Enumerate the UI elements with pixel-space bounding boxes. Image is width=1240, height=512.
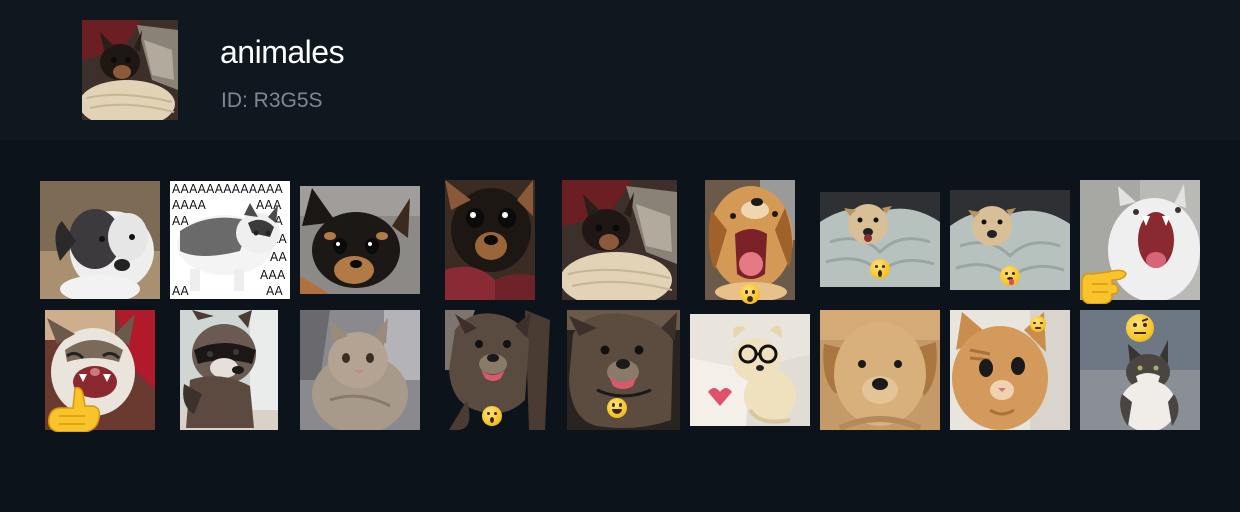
sticker-cat-yelling-pointing[interactable] bbox=[1080, 180, 1200, 305]
svg-text:AA: AA bbox=[172, 214, 190, 228]
svg-text:AA: AA bbox=[172, 284, 190, 298]
sticker-raccoon[interactable] bbox=[180, 310, 278, 430]
sticker-toy-dog-glasses[interactable] bbox=[690, 314, 810, 426]
sticker-cat-aaaa[interactable]: AAAAAAAAAAAAAAAAAAAAAAAAAAAAAAAAAAA bbox=[170, 181, 290, 299]
surprised-face-emoji bbox=[482, 406, 502, 426]
sticker-puppy-blanket[interactable] bbox=[820, 192, 940, 287]
sticker-dog-brindle-2[interactable] bbox=[567, 310, 680, 430]
sticker-labrador-puppy[interactable] bbox=[820, 310, 940, 430]
tongue-face-emoji bbox=[1000, 266, 1020, 286]
sticker-puppy-white[interactable] bbox=[40, 181, 160, 299]
fearful-face-emoji bbox=[740, 284, 760, 304]
sticker-dog-brindle-1[interactable] bbox=[445, 310, 550, 430]
pack-cover-image bbox=[82, 20, 178, 120]
pack-id: ID: R3G5S bbox=[221, 89, 323, 112]
sticker-kitten-laughing-pointing[interactable] bbox=[45, 310, 155, 433]
sticker-cat-grey[interactable] bbox=[300, 310, 420, 430]
svg-text:AAAA: AAAA bbox=[172, 198, 207, 212]
svg-text:AA: AA bbox=[270, 250, 288, 264]
sticker-chihuahua-pillow[interactable] bbox=[562, 180, 677, 300]
raised-eyebrow-face-emoji bbox=[1126, 314, 1154, 342]
angry-face-emoji bbox=[1030, 316, 1046, 332]
svg-text:AAAAAAAAAAAAA: AAAAAAAAAAAAA bbox=[172, 182, 284, 196]
screaming-face-emoji bbox=[870, 259, 890, 279]
pointing-hand-emoji bbox=[1078, 260, 1128, 305]
pointing-hand-emoji bbox=[45, 386, 103, 433]
sticker-chihuahua-closeup[interactable] bbox=[445, 180, 535, 300]
sticker-chihuahua-black[interactable] bbox=[300, 186, 420, 294]
svg-text:AAA: AAA bbox=[260, 268, 286, 282]
svg-text:AA: AA bbox=[266, 284, 284, 298]
sticker-dog-screaming[interactable] bbox=[705, 180, 795, 304]
sticker-grid: AAAAAAAAAAAAAAAAAAAAAAAAAAAAAAAAAAA bbox=[0, 142, 1240, 512]
sticker-cat-sitting[interactable] bbox=[1080, 310, 1200, 430]
grinning-face-emoji bbox=[607, 398, 627, 418]
pack-header: animales ID: R3G5S bbox=[0, 0, 1240, 140]
sticker-cat-orange-closeup[interactable] bbox=[950, 310, 1070, 430]
svg-text:AAA: AAA bbox=[256, 198, 282, 212]
pack-title: animales bbox=[220, 34, 345, 70]
sticker-puppy-blanket-tongue[interactable] bbox=[950, 190, 1070, 290]
